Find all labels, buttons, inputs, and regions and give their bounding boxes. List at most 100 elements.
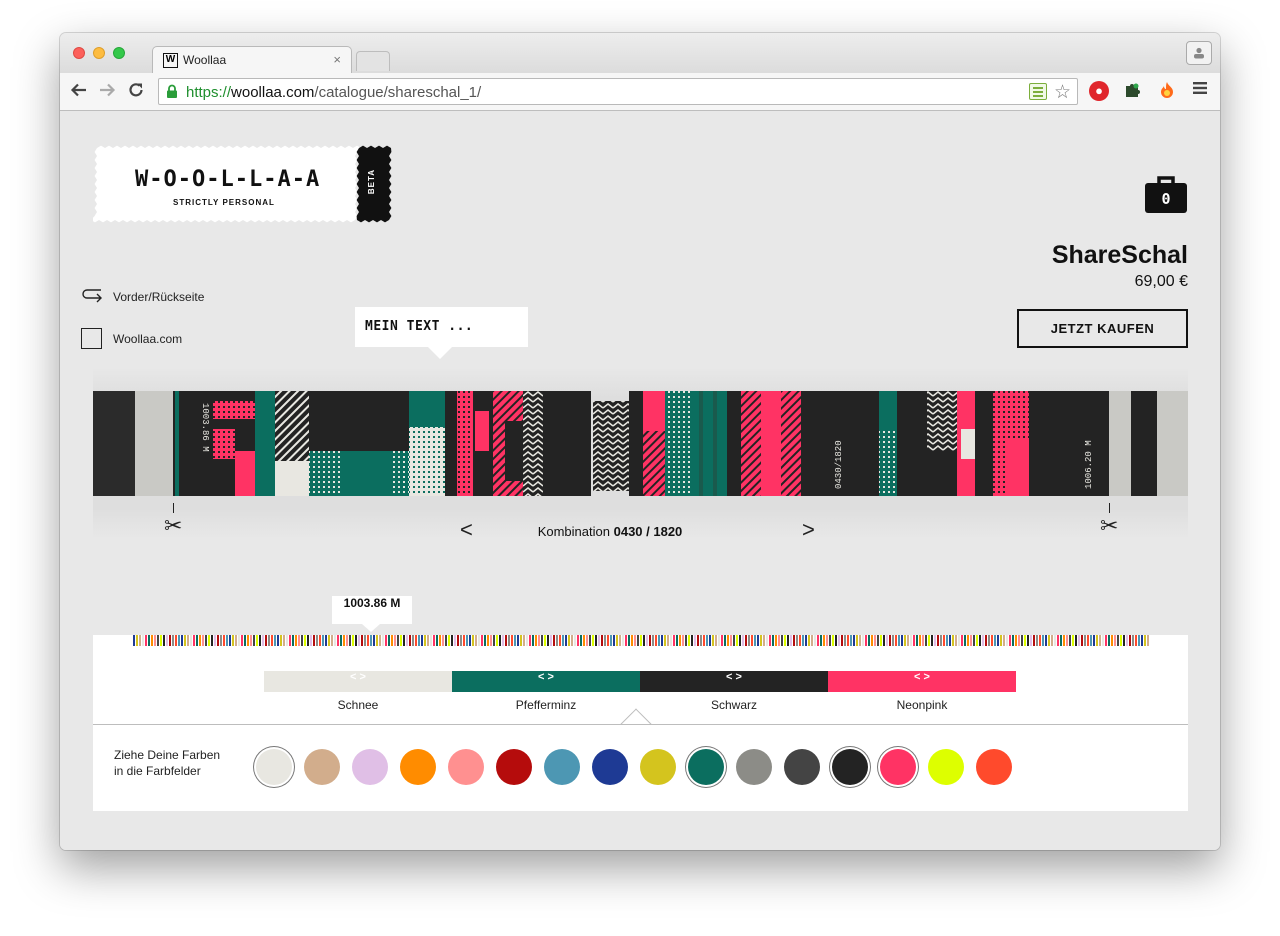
timeline-stripe: [166, 635, 168, 646]
cut-start-handle[interactable]: ✂: [164, 503, 184, 543]
reader-extension-icon[interactable]: [1029, 83, 1047, 100]
timeline-stripe: [802, 635, 804, 646]
buy-now-button[interactable]: JETZT KAUFEN: [1017, 309, 1188, 348]
timeline-stripe: [322, 635, 324, 646]
scarf-preview[interactable]: 1003.86 M 0430/1820 1006.20 M: [93, 391, 1188, 496]
timeline-stripe: [499, 635, 501, 646]
cut-end-handle[interactable]: ✂: [1100, 503, 1120, 543]
swatch-anthrazit[interactable]: [784, 749, 820, 785]
timeline-stripe: [706, 635, 708, 646]
timeline-stripe: [415, 635, 417, 646]
browser-tab[interactable]: W Woollaa ×: [152, 46, 352, 74]
timeline-stripe: [1036, 635, 1038, 646]
scarf-end-marker: 1006.20 M: [1084, 440, 1094, 489]
flame-extension-icon[interactable]: [1157, 81, 1177, 101]
timeline-stripe: [520, 635, 522, 646]
timeline-stripe: [880, 635, 882, 646]
scarf-block: [629, 391, 643, 496]
adblock-extension-icon[interactable]: ●: [1089, 81, 1109, 101]
website-checkbox[interactable]: [81, 328, 102, 349]
timeline-stripe: [463, 635, 465, 646]
color-slot-neonpink[interactable]: < >: [828, 671, 1016, 692]
zoom-window-button[interactable]: [113, 47, 125, 59]
puzzle-extension-icon[interactable]: [1122, 81, 1142, 101]
swatch-petrol[interactable]: [544, 749, 580, 785]
timeline-stripe: [472, 635, 474, 646]
timeline-stripe: [286, 635, 288, 646]
timeline-stripe: [739, 635, 741, 646]
swatch-neonpink[interactable]: [880, 749, 916, 785]
address-bar[interactable]: https://woollaa.com/catalogue/shareschal…: [158, 78, 1078, 105]
timeline-stripe: [865, 635, 867, 646]
swatch-rosa[interactable]: [448, 749, 484, 785]
scarf-block: [235, 451, 255, 496]
profile-icon[interactable]: [1186, 41, 1212, 65]
color-slot-label: Pfefferminz: [515, 698, 577, 712]
timeline-stripe: [196, 635, 198, 646]
close-window-button[interactable]: [73, 47, 85, 59]
timeline-stripe: [1033, 635, 1035, 646]
secure-lock-icon: [166, 84, 178, 102]
timeline-stripe: [598, 635, 600, 646]
bookmark-star-icon[interactable]: ☆: [1054, 81, 1071, 104]
back-arrow-icon[interactable]: [70, 81, 88, 104]
minimize-window-button[interactable]: [93, 47, 105, 59]
timeline-stripe: [289, 635, 291, 646]
timeline-stripe: [1048, 635, 1050, 646]
timeline-stripe: [418, 635, 420, 646]
color-slot-schnee[interactable]: < >: [264, 671, 452, 692]
swatch-rot[interactable]: [496, 749, 532, 785]
timeline-stripe: [184, 635, 186, 646]
swatch-neongelb[interactable]: [928, 749, 964, 785]
swatch-schwarz[interactable]: [832, 749, 868, 785]
forward-arrow-icon[interactable]: [98, 81, 116, 104]
timeline-stripe: [781, 635, 783, 646]
timeline-stripe: [364, 635, 366, 646]
timeline-stripe: [376, 635, 378, 646]
combination-timeline[interactable]: [133, 635, 1149, 646]
timeline-stripe: [478, 635, 480, 646]
shopping-bag-icon[interactable]: 0: [1144, 175, 1188, 213]
scarf-block: [445, 391, 457, 496]
timeline-stripe: [856, 635, 858, 646]
swatch-flieder[interactable]: [352, 749, 388, 785]
browser-toolbar: https://woollaa.com/catalogue/shareschal…: [60, 73, 1220, 111]
timeline-stripe: [481, 635, 483, 646]
swatch-blau[interactable]: [592, 749, 628, 785]
scarf-block: [309, 391, 409, 451]
timeline-stripe: [766, 635, 768, 646]
swatch-grau[interactable]: [736, 749, 772, 785]
custom-text-input[interactable]: MEIN TEXT ...: [355, 307, 528, 359]
swatch-senf[interactable]: [640, 749, 676, 785]
timeline-stripe: [265, 635, 267, 646]
tab-close-icon[interactable]: ×: [333, 52, 341, 67]
reload-icon[interactable]: [127, 81, 145, 104]
next-combination-button[interactable]: >: [802, 517, 815, 543]
timeline-stripe: [181, 635, 183, 646]
timeline-stripe: [370, 635, 372, 646]
color-slot-schwarz[interactable]: < >: [640, 671, 828, 692]
timeline-stripe: [1081, 635, 1083, 646]
timeline-stripe: [334, 635, 336, 646]
swatch-orange[interactable]: [400, 749, 436, 785]
scarf-block: [927, 451, 957, 496]
timeline-stripe: [904, 635, 906, 646]
timeline-stripe: [391, 635, 393, 646]
swatch-sand[interactable]: [304, 749, 340, 785]
text-bubble-tail: [427, 346, 453, 359]
swatch-schnee[interactable]: [256, 749, 292, 785]
menu-hamburger-icon[interactable]: [1190, 81, 1210, 101]
timeline-stripe: [748, 635, 750, 646]
timeline-stripe: [859, 635, 861, 646]
woollaa-logo[interactable]: W-O-O-L-L-A-A STRICTLY PERSONAL BETA: [93, 143, 392, 223]
timeline-stripe: [214, 635, 216, 646]
new-tab-button[interactable]: [356, 51, 390, 71]
timeline-stripe: [661, 635, 663, 646]
timeline-stripe: [202, 635, 204, 646]
color-slot-pfefferminz[interactable]: < >: [452, 671, 640, 692]
swatch-neonorange[interactable]: [976, 749, 1012, 785]
timeline-stripe: [1132, 635, 1134, 646]
swatch-pfefferminz[interactable]: [688, 749, 724, 785]
timeline-stripe: [724, 635, 726, 646]
timeline-stripe: [709, 635, 711, 646]
